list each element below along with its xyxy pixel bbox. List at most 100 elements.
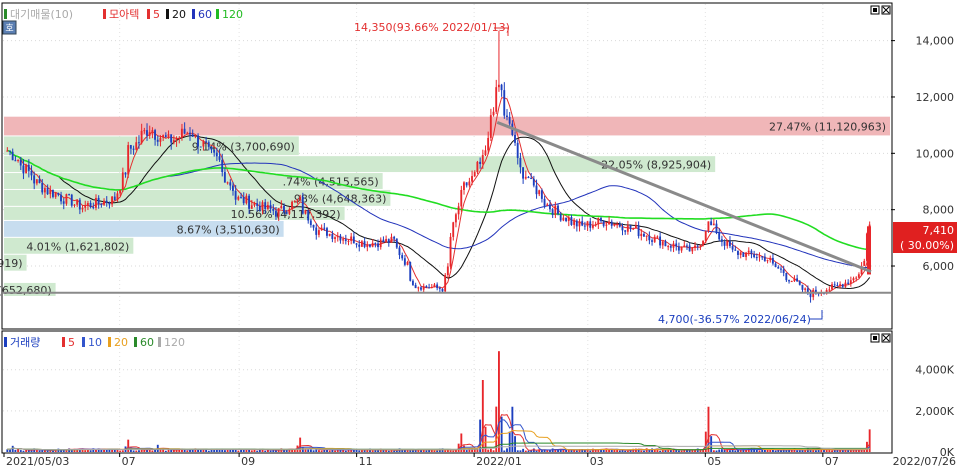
candle-body: [363, 241, 366, 247]
candle-body: [89, 202, 92, 208]
candle-body: [766, 260, 769, 262]
candle-body: [691, 247, 694, 252]
candle-body: [715, 223, 718, 234]
candle-body: [116, 193, 119, 201]
candle-body: [694, 245, 696, 248]
candle-body: [527, 176, 530, 179]
candle-body: [605, 224, 608, 226]
candle-body: [449, 236, 452, 267]
candle-body: [320, 227, 323, 231]
candle-body: [771, 257, 774, 264]
candle-body: [586, 221, 589, 227]
candle-body: [331, 233, 334, 239]
candle-body: [508, 116, 511, 124]
candle-body: [530, 178, 533, 180]
vlegend-ma10: 10: [88, 336, 102, 349]
candle-body: [718, 233, 721, 240]
candle-body: [135, 142, 138, 150]
candle-body: [280, 205, 283, 209]
legend-swatch-ma120: [216, 9, 219, 19]
candle-body: [790, 281, 793, 283]
candle-body: [248, 195, 250, 209]
price-tick-label: 10,000: [916, 147, 955, 160]
candle-body: [704, 231, 707, 241]
candle-body: [46, 188, 49, 195]
candle-body: [148, 132, 151, 136]
candle-body: [463, 182, 465, 190]
candle-body: [60, 194, 62, 202]
candle-body: [567, 216, 570, 221]
candle-body: [30, 170, 33, 176]
candle-body: [167, 134, 170, 138]
candle-body: [103, 200, 105, 205]
candle-body: [559, 214, 562, 221]
candle-body: [578, 221, 581, 227]
candle-body: [656, 236, 659, 238]
candle-body: [591, 225, 594, 228]
candle-body: [19, 159, 22, 166]
candle-body: [183, 128, 186, 134]
candle-body: [640, 233, 643, 237]
x-tick-label: 2021/05/03: [6, 455, 69, 467]
candle-body: [210, 146, 213, 150]
vlegend-swatch-ma120: [158, 337, 161, 347]
candle-body: [312, 224, 315, 228]
candle-body: [398, 247, 401, 256]
candle-body: [315, 227, 318, 235]
price-tick-label: 14,000: [916, 35, 955, 48]
price-tick-label: 6,000: [923, 260, 955, 273]
candle-body: [274, 210, 277, 217]
candle-body: [538, 190, 541, 195]
candle-body: [479, 161, 482, 164]
candle-body: [293, 200, 296, 202]
stock-chart: 27.47% (11,120,963)9.14% (3,700,690)22.0…: [0, 2, 957, 467]
candle-body: [519, 157, 522, 168]
candle-body: [162, 135, 165, 138]
candle-body: [583, 225, 586, 227]
candle-body: [460, 189, 463, 207]
candle-body: [863, 260, 866, 266]
candle-body: [197, 135, 199, 147]
vlegend-swatch-ma20: [108, 337, 111, 347]
candle-body: [833, 284, 836, 286]
candle-body: [675, 243, 678, 247]
candle-body: [616, 224, 619, 226]
candle-body: [250, 205, 253, 209]
candle-body: [272, 208, 275, 211]
candle-body: [151, 130, 154, 133]
candle-body: [793, 278, 796, 282]
candle-body: [664, 241, 667, 247]
candle-body: [573, 220, 576, 225]
candle-body: [379, 239, 382, 248]
candle-body: [782, 269, 785, 273]
candle-body: [366, 244, 369, 247]
candle-body: [97, 197, 100, 204]
candle-body: [543, 198, 546, 206]
candle-body: [428, 287, 430, 289]
candle-body: [175, 138, 178, 140]
candle-body: [702, 240, 704, 246]
volume-panel-frame: [1, 330, 893, 454]
candle-body: [565, 217, 567, 221]
last-change: ( 30.00%): [900, 239, 954, 252]
candle-body: [170, 134, 173, 143]
vlegend-swatch-ma60: [134, 337, 137, 347]
candle-body: [532, 178, 535, 186]
candle-body: [350, 236, 353, 241]
candle-body: [688, 245, 691, 252]
candle-body: [548, 204, 551, 210]
candle-body: [454, 214, 457, 223]
candle-body: [659, 236, 662, 246]
candle-body: [468, 181, 471, 186]
candle-body: [237, 196, 240, 200]
candle-body: [613, 224, 616, 226]
candle-body: [283, 205, 285, 213]
candle-body: [785, 272, 788, 281]
candle-body: [207, 142, 210, 147]
vlegend-ma5: 5: [68, 336, 75, 349]
candle-body: [516, 142, 519, 158]
x-tick-label: 05: [707, 455, 721, 467]
candle-body: [780, 268, 782, 270]
candle-body: [667, 246, 670, 248]
candle-body: [661, 241, 664, 246]
